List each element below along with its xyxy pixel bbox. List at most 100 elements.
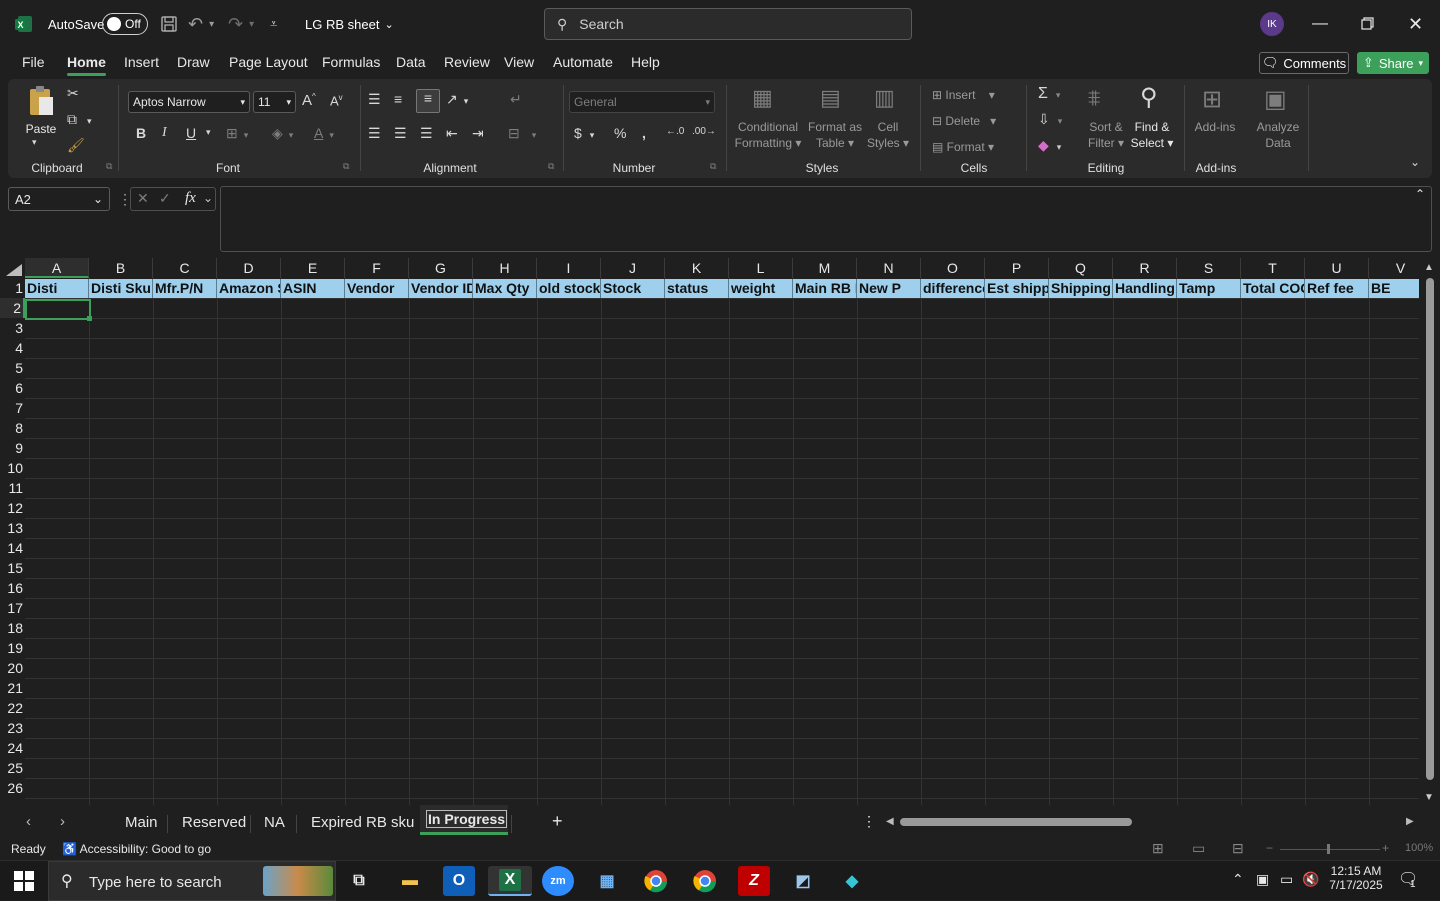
row-header-21[interactable]: 21 <box>0 678 25 698</box>
column-header-i[interactable]: I <box>537 258 601 278</box>
column-header-h[interactable]: H <box>473 258 537 278</box>
share-button[interactable]: ⇪ Share ▾ <box>1357 52 1429 74</box>
scroll-down-icon[interactable]: ▼ <box>1424 792 1434 803</box>
redo-icon[interactable]: ↷ ▾ <box>228 0 254 48</box>
insert-function-button[interactable]: fx <box>185 190 196 207</box>
autosave-toggle[interactable]: Off <box>102 0 148 48</box>
header-cell-b[interactable]: Disti Sku <box>89 279 153 298</box>
paste-label[interactable]: Paste <box>24 121 58 137</box>
sheet-tab-na[interactable]: NA <box>264 814 285 831</box>
save-icon[interactable] <box>160 0 178 48</box>
clear-icon[interactable]: ◆ ▾ <box>1038 137 1061 154</box>
sheet-tab-in-progress[interactable]: In Progress <box>425 810 508 828</box>
increase-decimal-icon[interactable]: ←.0 <box>666 126 684 137</box>
font-name-select[interactable]: Aptos Narrow ▾ <box>128 91 250 113</box>
align-center-icon[interactable]: ☰ <box>394 125 407 142</box>
chevron-down-icon[interactable]: ▾ <box>206 127 211 138</box>
decrease-decimal-icon[interactable]: .00→ <box>692 126 716 137</box>
addins-button[interactable]: Add-ins <box>1192 119 1238 135</box>
sort-filter-icon[interactable]: ⩨ <box>1088 85 1100 111</box>
row-header-24[interactable]: 24 <box>0 738 25 758</box>
copy-icon[interactable]: ⧉ ▾ <box>67 111 92 128</box>
header-cell-c[interactable]: Mfr.P/N <box>153 279 217 298</box>
excel-taskbar-icon[interactable]: X <box>488 866 532 896</box>
dialog-launcher-icon[interactable]: ⧉ <box>548 161 554 172</box>
row-header-20[interactable]: 20 <box>0 658 25 678</box>
header-cell-t[interactable]: Total COG <box>1241 279 1305 298</box>
row-header-13[interactable]: 13 <box>0 518 25 538</box>
horizontal-scroll-thumb[interactable] <box>900 818 1132 826</box>
cell-styles-icon[interactable]: ▥ <box>874 85 895 111</box>
paste-icon[interactable] <box>26 85 56 117</box>
header-cell-k[interactable]: status <box>665 279 729 298</box>
menu-file[interactable]: File <box>22 54 45 70</box>
vertical-scrollbar[interactable]: ▲ ▼ <box>1419 258 1440 805</box>
row-header-8[interactable]: 8 <box>0 418 25 438</box>
zoom-in-icon[interactable]: + <box>1382 841 1389 855</box>
column-header-c[interactable]: C <box>153 258 217 278</box>
align-left-icon[interactable]: ☰ <box>368 125 381 142</box>
decrease-indent-icon[interactable]: ⇤ <box>446 125 458 142</box>
analyze-data-button[interactable]: Analyze Data <box>1252 119 1304 151</box>
column-header-k[interactable]: K <box>665 258 729 278</box>
zoom-level[interactable]: 100% <box>1405 842 1433 854</box>
task-view-icon[interactable]: ⧉ <box>343 866 375 896</box>
header-cell-v[interactable]: BE <box>1369 279 1419 298</box>
fill-icon[interactable]: ⇩ ▾ <box>1038 111 1062 128</box>
percent-icon[interactable]: % <box>614 125 626 141</box>
filezilla-icon[interactable]: Z <box>738 866 770 896</box>
header-cell-u[interactable]: Ref fee <box>1305 279 1369 298</box>
align-middle-icon[interactable]: ≡ <box>394 91 402 107</box>
merge-center-icon[interactable]: ⊟ ▾ <box>508 125 536 142</box>
zoom-slider[interactable] <box>1280 849 1380 850</box>
format-as-table-icon[interactable]: ▤ <box>820 85 841 111</box>
menu-page-layout[interactable]: Page Layout <box>229 54 308 70</box>
row-header-18[interactable]: 18 <box>0 618 25 638</box>
wifi-icon[interactable]: ▭ <box>1280 871 1293 888</box>
menu-automate[interactable]: Automate <box>553 54 613 70</box>
column-header-q[interactable]: Q <box>1049 258 1113 278</box>
chrome-icon[interactable] <box>640 866 672 896</box>
cell-styles-button[interactable]: Cell Styles ▾ <box>864 119 912 151</box>
column-header-s[interactable]: S <box>1177 258 1241 278</box>
normal-view-icon[interactable]: ⊞ <box>1152 840 1164 857</box>
header-cell-j[interactable]: Stock <box>601 279 665 298</box>
menu-draw[interactable]: Draw <box>177 54 210 70</box>
chevron-down-icon[interactable]: ⌄ <box>203 191 213 205</box>
font-color-icon[interactable]: A ▾ <box>314 125 334 141</box>
clock[interactable]: 12:15 AM 7/17/2025 <box>1326 864 1386 892</box>
outlook-icon[interactable]: O <box>443 866 475 896</box>
zoom-slider-thumb[interactable] <box>1327 844 1330 854</box>
align-right-icon[interactable]: ☰ <box>420 125 433 142</box>
add-sheet-icon[interactable]: + <box>552 811 563 832</box>
column-header-f[interactable]: F <box>345 258 409 278</box>
dialog-launcher-icon[interactable]: ⧉ <box>106 161 112 172</box>
volume-muted-icon[interactable]: 🔇 <box>1302 871 1319 888</box>
chevron-up-icon[interactable]: ⌃ <box>1415 187 1425 201</box>
worksheet-grid[interactable]: ABCDEFGHIJKLMNOPQRSTUV 1 2 3 4 5 6 7 8 9 10 11 12 13… <box>0 258 1419 805</box>
select-all-corner[interactable] <box>6 264 22 276</box>
chevron-down-icon[interactable]: ▾ <box>32 137 37 148</box>
row-header-2[interactable]: 2 <box>0 298 25 318</box>
delete-cells-button[interactable]: ⊟ Delete ▾ <box>932 113 1012 129</box>
menu-data[interactable]: Data <box>396 54 426 70</box>
row-header-9[interactable]: 9 <box>0 438 25 458</box>
header-cell-f[interactable]: Vendor <box>345 279 409 298</box>
row-header-14[interactable]: 14 <box>0 538 25 558</box>
app-icon[interactable]: ◆ <box>836 866 868 896</box>
zoom-app-icon[interactable]: zm <box>542 866 574 896</box>
calculator-icon[interactable]: ▦ <box>591 866 623 896</box>
header-cell-e[interactable]: ASIN <box>281 279 345 298</box>
more-options-icon[interactable]: ⋮ <box>862 813 876 830</box>
user-avatar[interactable]: IK <box>1260 0 1284 48</box>
column-header-e[interactable]: E <box>281 258 345 278</box>
header-cell-g[interactable]: Vendor ID <box>409 279 473 298</box>
column-header-r[interactable]: R <box>1113 258 1177 278</box>
vertical-scroll-thumb[interactable] <box>1426 278 1434 780</box>
next-sheet-icon[interactable]: › <box>60 813 65 830</box>
header-cell-i[interactable]: old stock <box>537 279 601 298</box>
row-header-3[interactable]: 3 <box>0 318 25 338</box>
format-as-table-button[interactable]: Format as Table ▾ <box>806 119 864 151</box>
header-cell-l[interactable]: weight <box>729 279 793 298</box>
column-header-l[interactable]: L <box>729 258 793 278</box>
